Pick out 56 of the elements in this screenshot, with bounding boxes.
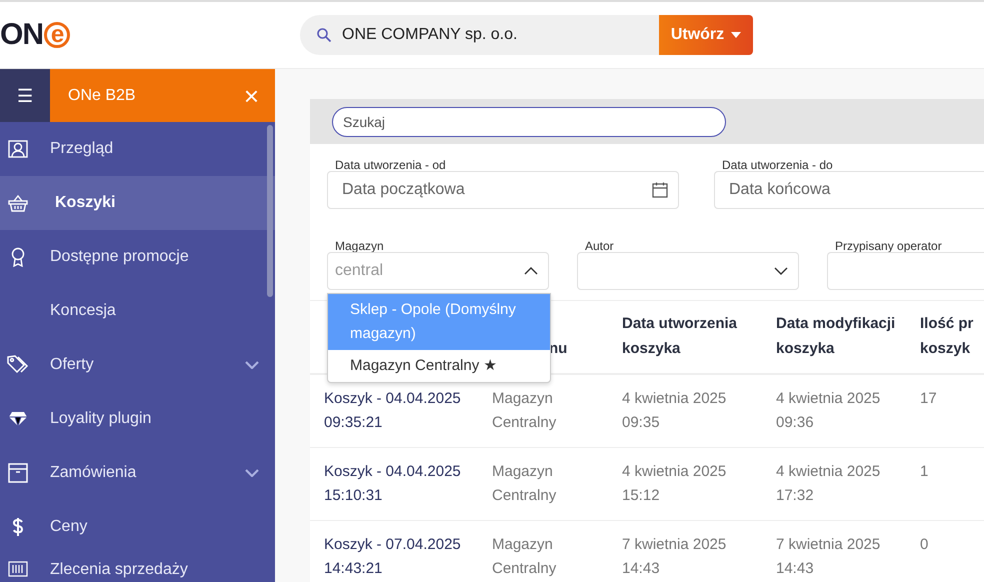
table-cell: Koszyk - 04.04.2025 09:35:21: [324, 390, 461, 431]
tag-icon: [7, 355, 29, 375]
caret-icon: [731, 32, 742, 38]
company-search-field[interactable]: ONE COMPANY sp. o.o.: [300, 15, 659, 55]
table-cell: 4 kwietnia 2025 17:32: [776, 463, 880, 504]
field-label: Magazyn: [335, 239, 385, 253]
search-icon: [316, 27, 332, 43]
field-label: Data utworzenia - od: [335, 158, 447, 172]
diamond-icon: [8, 411, 28, 427]
sidebar-item[interactable]: Przegląd: [0, 122, 275, 176]
person-frame-icon: [8, 140, 28, 158]
table-cell: Magazyn Centralny: [492, 463, 556, 504]
table-cell: Magazyn Centralny: [492, 536, 556, 577]
field-label: Autor: [585, 239, 615, 253]
sidebar-item[interactable]: Ceny: [0, 500, 275, 554]
sidebar-item[interactable]: Dostępne promocje: [0, 230, 275, 284]
sidebar-title: ONe B2B: [68, 86, 136, 104]
sidebar-item[interactable]: Zlecenia sprzedaży: [0, 554, 275, 582]
table-cell: 1: [920, 463, 928, 480]
search-field[interactable]: Szukaj: [332, 106, 726, 136]
barcode-icon: [8, 561, 28, 577]
table-cell: Koszyk - 04.04.2025 15:10:31: [324, 463, 461, 504]
dollar-icon: [12, 517, 24, 537]
chevron-down-icon: [774, 267, 788, 275]
table-cell: 7 kwietnia 2025 14:43: [776, 536, 880, 577]
basket-icon: [8, 194, 28, 212]
award-icon: [10, 247, 26, 267]
table-cell: 0: [920, 536, 928, 553]
box-icon: [8, 463, 28, 483]
sidebar-item[interactable]: Oferty: [0, 338, 275, 392]
field-label: Data utworzenia - do: [722, 158, 834, 172]
create-button[interactable]: Utwórz: [659, 15, 753, 55]
table-cell: 4 kwietnia 2025 09:35: [622, 390, 726, 431]
sidebar-item[interactable]: Koszyki: [0, 176, 275, 230]
table-cell: 4 kwietnia 2025 09:36: [776, 390, 880, 431]
table-cell: Magazyn Centralny: [492, 390, 556, 431]
sidebar-item[interactable]: Koncesja: [0, 284, 275, 338]
field-label: Przypisany operator: [835, 239, 943, 253]
date-field[interactable]: Data końcowa: [714, 171, 984, 209]
table-cell: 17: [920, 390, 937, 407]
table-cell: Koszyk - 07.04.2025 14:43:21: [324, 536, 461, 577]
table-cell: 4 kwietnia 2025 15:12: [622, 463, 726, 504]
dropdown-option[interactable]: Magazyn Centralny ★: [328, 350, 550, 382]
menu-button[interactable]: ☰: [0, 69, 50, 122]
logo: ON e: [0, 18, 300, 52]
date-field[interactable]: Data początkowa: [327, 171, 679, 209]
column-header: Ilość pr koszyk: [920, 314, 974, 359]
author-select[interactable]: [577, 252, 799, 290]
operator-select[interactable]: [827, 252, 984, 290]
scrollbar[interactable]: [267, 125, 273, 297]
column-header: Data modyfikacji koszyka: [776, 314, 896, 359]
calendar-icon: [652, 182, 668, 198]
sidebar-item[interactable]: Zamówienia: [0, 446, 275, 500]
column-header: Data utworzenia koszyka: [622, 314, 738, 359]
sidebar-item[interactable]: Loyality plugin: [0, 392, 275, 446]
table-cell: 7 kwietnia 2025 14:43: [622, 536, 726, 577]
